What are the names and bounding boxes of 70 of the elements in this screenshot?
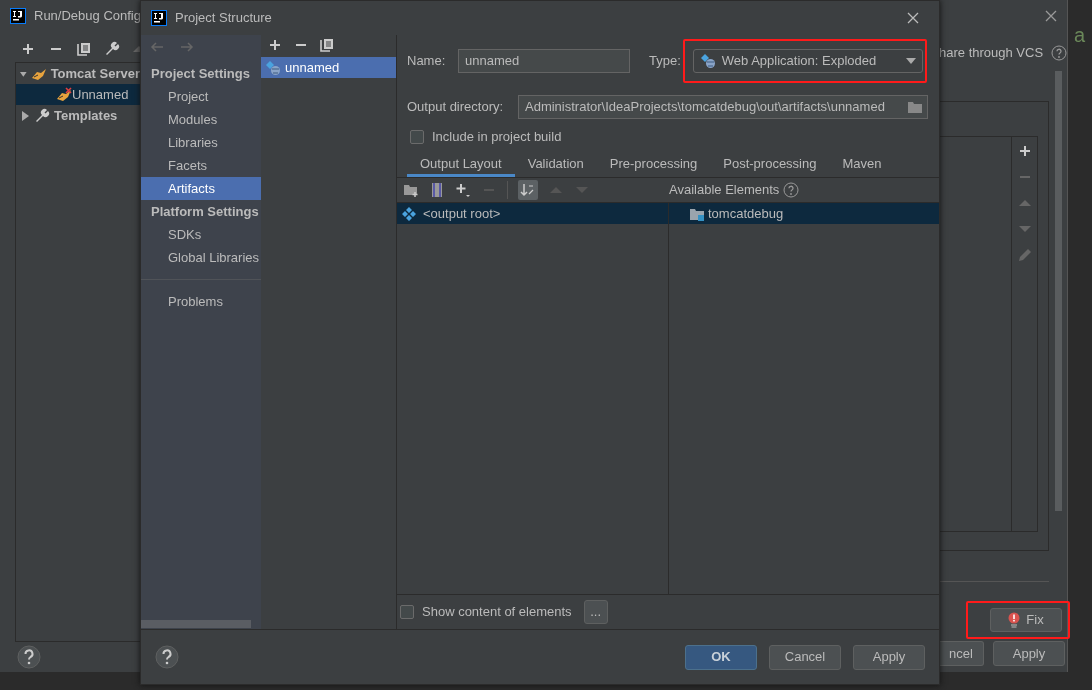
tree-item[interactable]: Unnamed [16, 84, 140, 105]
app-logo-icon [151, 10, 167, 26]
section-header: Platform Settings [150, 202, 260, 221]
type-label: Type: [649, 52, 681, 71]
sidebar-item[interactable]: Problems [141, 290, 261, 313]
fix-button[interactable]: Fix [990, 608, 1062, 632]
sidebar-item[interactable]: Libraries [141, 131, 261, 154]
wrench-icon[interactable] [104, 41, 120, 57]
checkbox-label: Show content of elements [422, 603, 572, 622]
tab[interactable]: Validation [514, 153, 597, 177]
dialog-button[interactable]: Apply [853, 644, 925, 670]
copy-icon[interactable] [76, 41, 92, 57]
tab[interactable]: Output Layout [407, 153, 515, 177]
warning-bulb-icon [1008, 612, 1021, 628]
sort-icon[interactable] [518, 180, 538, 200]
app-logo-icon [10, 8, 26, 24]
expand-arrow-icon[interactable] [20, 110, 30, 121]
new-folder-icon[interactable] [403, 182, 419, 198]
help-icon[interactable] [1051, 45, 1068, 61]
help-icon[interactable] [783, 182, 800, 198]
dialog-button[interactable]: OK [685, 644, 757, 670]
close-icon[interactable] [1043, 8, 1059, 24]
sidebar-item[interactable]: Global Libraries [141, 246, 261, 269]
section-header: Project Settings [150, 64, 251, 83]
dialog-button[interactable]: Apply [993, 641, 1065, 666]
share-label: hare through VCS [939, 44, 1044, 63]
sidebar-item[interactable]: Project [141, 85, 261, 108]
sidebar-item[interactable]: SDKs [141, 223, 261, 246]
sidebar-item[interactable]: Modules [141, 108, 261, 131]
artifact-item[interactable]: unnamed [261, 57, 396, 78]
window-title: Run/Debug Config [34, 7, 141, 26]
diamond-cluster-icon [401, 205, 417, 222]
tree-item[interactable]: tomcatdebug [669, 203, 939, 224]
type-dropdown[interactable]: Web Application: Exploded [692, 49, 923, 73]
more-button[interactable]: ... [583, 600, 608, 624]
add-icon[interactable] [20, 41, 36, 57]
dialog-button[interactable]: Cancel [769, 644, 841, 670]
tree-item[interactable]: Tomcat Server [16, 63, 140, 84]
folder-icon[interactable] [907, 99, 923, 115]
window-title: Project Structure [175, 9, 272, 28]
web-app-icon [265, 59, 281, 76]
checkbox[interactable] [400, 605, 414, 619]
tree-item[interactable]: Templates [16, 105, 140, 126]
name-field[interactable]: unnamed [458, 49, 630, 73]
tab[interactable]: Post-processing [710, 153, 830, 177]
sidebar-item[interactable]: Facets [141, 154, 261, 177]
tree-item[interactable]: <output root> [397, 203, 668, 224]
add-dropdown-icon[interactable] [455, 182, 471, 198]
tab[interactable]: Pre-processing [596, 153, 711, 177]
copy-icon[interactable] [319, 37, 335, 53]
dialog-button[interactable]: ncel [939, 641, 984, 666]
output-directory-field[interactable]: Administrator\IdeaProjects\tomcatdebug\out\artifacts\unnamed [518, 95, 928, 119]
web-app-icon [699, 53, 716, 69]
available-elements-label: Available Elements [669, 181, 780, 200]
output-directory-label: Output directory: [407, 98, 505, 117]
help-icon[interactable] [155, 645, 179, 669]
tab[interactable]: Maven [829, 153, 895, 177]
wrench-icon [34, 107, 50, 124]
close-icon[interactable] [905, 10, 921, 26]
name-label: Name: [407, 52, 447, 71]
scrollbar[interactable] [141, 620, 251, 628]
add-icon[interactable] [267, 37, 283, 53]
sidebar-item[interactable]: Artifacts [141, 177, 261, 200]
caret-icon [905, 58, 916, 64]
archive-icon[interactable] [429, 182, 445, 198]
checkbox[interactable] [410, 130, 424, 144]
editor-text: a [1074, 23, 1086, 48]
help-icon[interactable] [17, 645, 41, 669]
checkbox-label: Include in project build [432, 128, 562, 147]
scrollbar[interactable] [1055, 71, 1062, 511]
